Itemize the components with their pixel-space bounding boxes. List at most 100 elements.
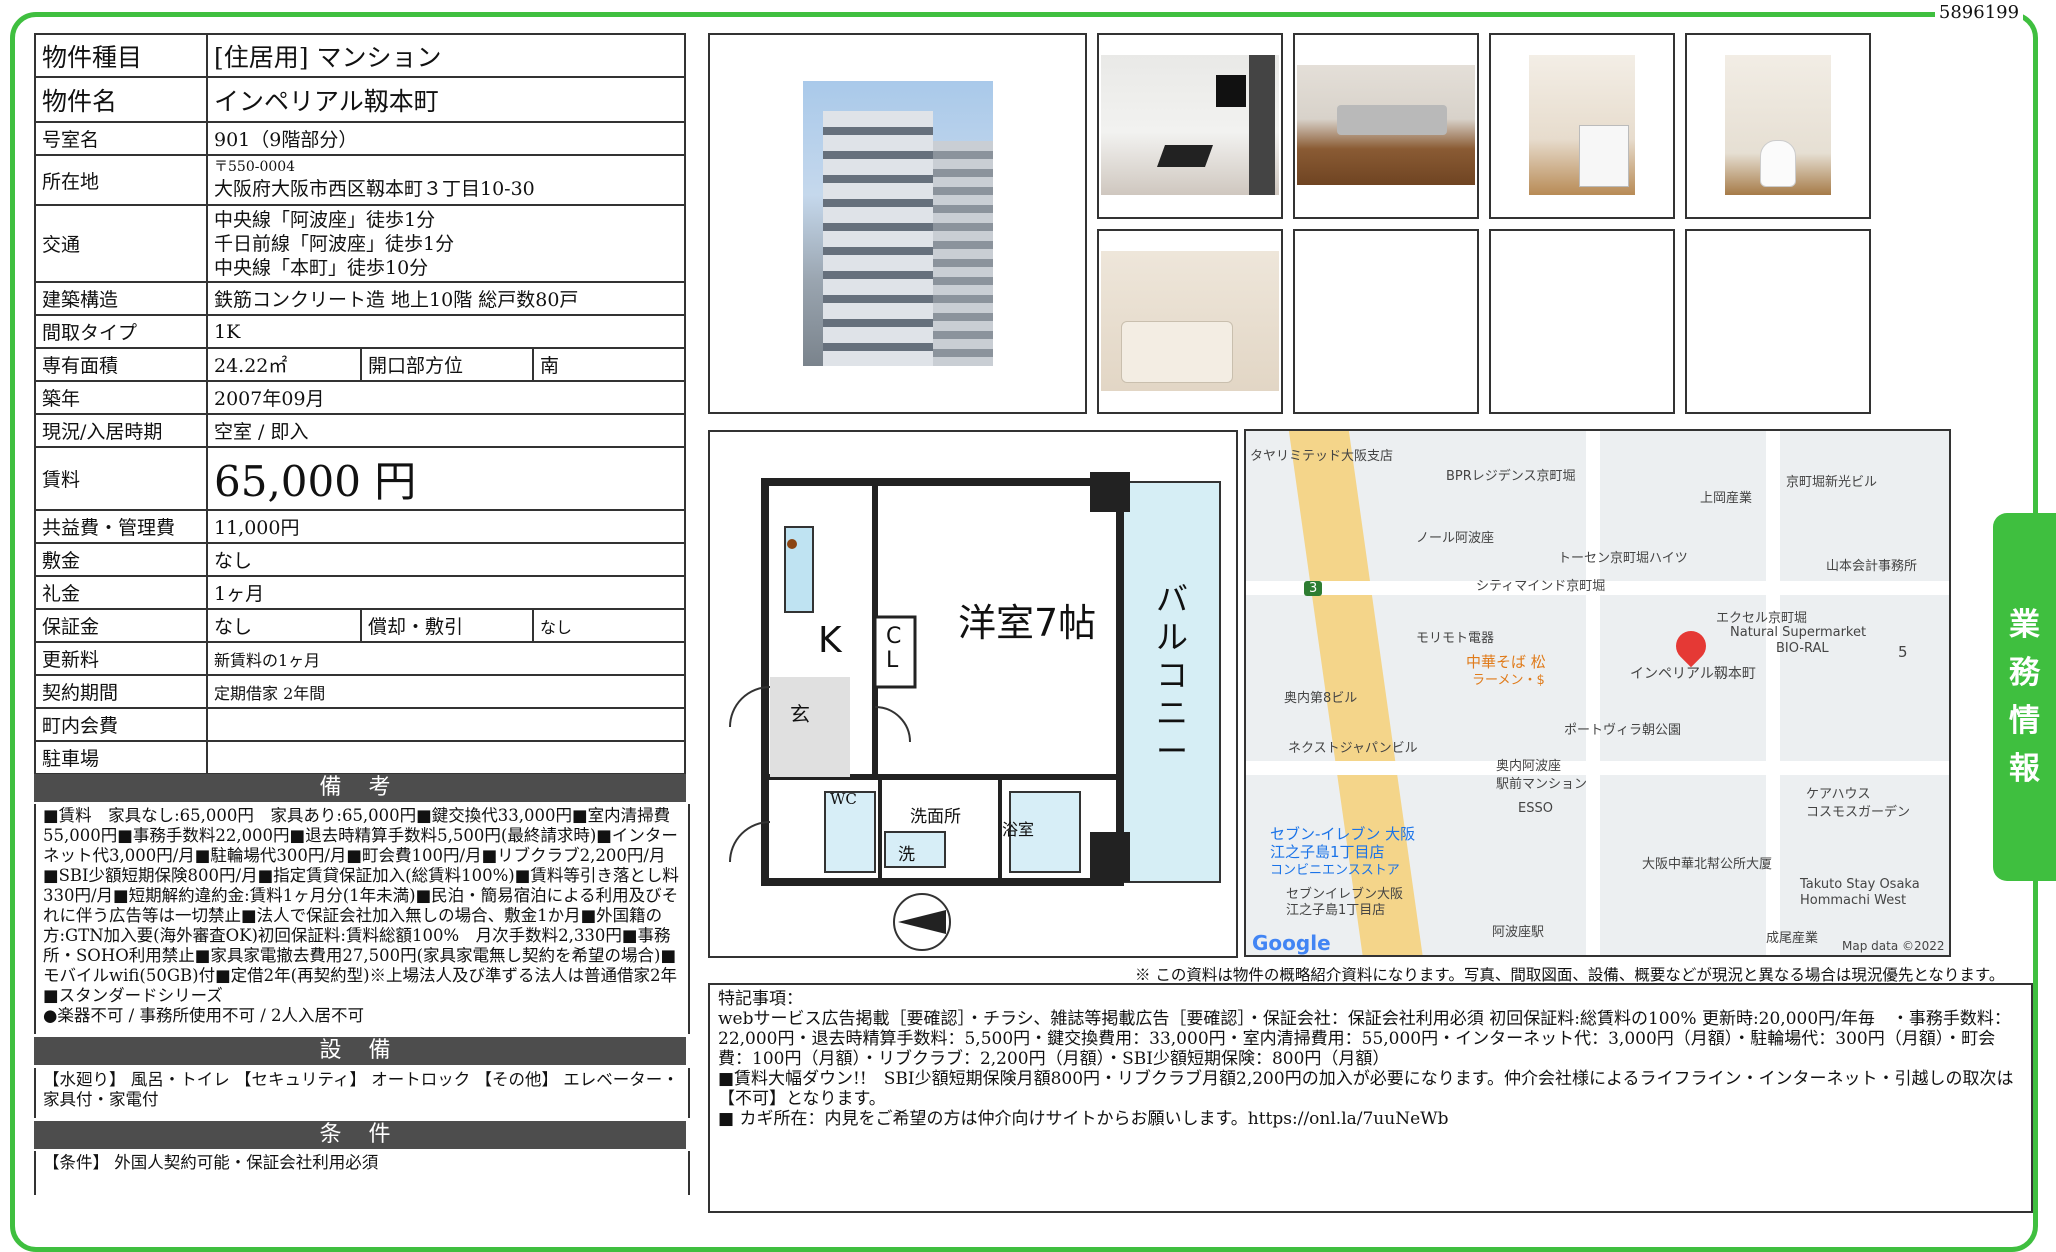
washer-shape <box>1579 125 1629 187</box>
amort-value: なし <box>532 608 686 643</box>
rent-value: 65,000 円 <box>206 446 686 511</box>
equipment-body: 【水廻り】 風呂・トイレ 【セキュリティ】 オートロック 【その他】 エレベータ… <box>34 1068 690 1118</box>
sink-shape <box>1337 105 1447 135</box>
row-renewal: 更新料 新賃料の1ヶ月 <box>34 641 686 676</box>
row-structure: 建築構造 鉄筋コンクリート造 地上10階 総戸数80戸 <box>34 281 686 316</box>
map-label: Hommachi West <box>1800 893 1907 908</box>
kitchen-photo <box>1297 65 1475 185</box>
main-photo-frame <box>708 33 1087 414</box>
community-label: 町内会費 <box>34 707 208 742</box>
map-label: 成尾産業 <box>1766 931 1819 946</box>
thumbnail-toilet[interactable] <box>1685 33 1871 219</box>
room-value: 901（9階部分） <box>206 121 686 156</box>
row-community: 町内会費 <box>34 707 686 742</box>
row-fee: 共益費・管理費 11,000円 <box>34 509 686 544</box>
map-label: エクセル京町堀 <box>1716 611 1808 626</box>
address-cell: 〒550-0004 大阪府大阪市西区靱本町３丁目10-30 <box>206 154 686 206</box>
map-label: コンビニエンスストア <box>1270 863 1400 878</box>
address-zip: 〒550-0004 <box>214 158 296 175</box>
map-label: タヤリミテッド大阪支店 <box>1250 449 1394 464</box>
building-photo[interactable] <box>803 81 993 366</box>
room-photo <box>1101 55 1279 195</box>
type-label: 物件種目 <box>34 33 208 78</box>
toilet-shape <box>1760 140 1796 187</box>
address-label: 所在地 <box>34 154 208 206</box>
map-label: ポートヴィラ朝公園 <box>1564 723 1682 738</box>
name-value: インペリアル靱本町 <box>206 76 686 123</box>
address-value: 大阪府大阪市西区靱本町３丁目10-30 <box>214 177 535 200</box>
guarantee-label: 保証金 <box>34 608 208 643</box>
conditions-body: 【条件】 外国人契約可能・保証会社利用必須 <box>34 1151 690 1195</box>
thumbnail-empty <box>1293 229 1479 414</box>
bath-label: 浴室 <box>1002 820 1035 839</box>
map-label: 大阪中華北幇公所大厦 <box>1642 857 1773 872</box>
thumbnail-bath[interactable] <box>1097 229 1283 414</box>
row-area: 専有面積 24.22㎡ 開口部方位 南 <box>34 347 686 382</box>
map-label: BIO-RAL <box>1776 641 1829 656</box>
side-tab-char: 務 <box>2009 655 2040 691</box>
key-money-value: 1ヶ月 <box>206 575 686 610</box>
row-name: 物件名 インペリアル靱本町 <box>34 76 686 123</box>
built-value: 2007年09月 <box>206 380 686 415</box>
map-label: Natural Supermarket <box>1730 625 1867 640</box>
row-rent: 賃料 65,000 円 <box>34 446 686 511</box>
fee-label: 共益費・管理費 <box>34 509 208 544</box>
conditions-header: 条 件 <box>34 1121 686 1149</box>
business-info-tab[interactable]: 業 務 情 報 <box>1993 513 2056 881</box>
contract-value: 定期借家 2年間 <box>206 674 686 709</box>
renewal-label: 更新料 <box>34 641 208 676</box>
thumbnail-empty <box>1489 229 1675 414</box>
thumbnail-kitchen[interactable] <box>1293 33 1479 219</box>
name-label: 物件名 <box>34 76 208 123</box>
map-label: ケアハウス <box>1806 787 1871 802</box>
remarks-header: 備 考 <box>34 774 686 802</box>
map-label: トーセン京町堀ハイツ <box>1558 551 1688 566</box>
map-label: モリモト電器 <box>1416 631 1495 646</box>
access-line: 中央線「阿波座」徒歩1分 <box>214 208 436 231</box>
kitchen-label: K <box>818 620 842 661</box>
thumbnail-room[interactable] <box>1097 33 1283 219</box>
access-line: 中央線「本町」徒歩10分 <box>214 256 429 279</box>
row-built: 築年 2007年09月 <box>34 380 686 415</box>
parking-value <box>206 740 686 775</box>
layout-value: 1K <box>206 314 686 349</box>
row-access: 交通 中央線「阿波座」徒歩1分 千日前線「阿波座」徒歩1分 中央線「本町」徒歩1… <box>34 204 686 283</box>
side-tab-char: 報 <box>2009 751 2040 787</box>
community-value <box>206 707 686 742</box>
toilet-photo <box>1725 55 1831 195</box>
status-value: 空室 / 即入 <box>206 413 686 448</box>
property-table: 物件種目 [住居用] マンション 物件名 インペリアル靱本町 号室名 901（9… <box>34 33 686 775</box>
structure-label: 建築構造 <box>34 281 208 316</box>
floorplan-frame: 洋室7帖 K C L 玄 バルコニー WC 洗面所 洗 浴室 <box>708 430 1238 958</box>
map-label: 山本会計事務所 <box>1826 559 1918 574</box>
map-label: 上岡産業 <box>1700 491 1753 506</box>
bath-photo <box>1101 251 1279 391</box>
balcony-label: バルコニー <box>1156 580 1189 770</box>
document-id: 5896199 <box>1935 2 2023 24</box>
washer-label: 洗 <box>898 845 915 865</box>
adjacent-building-shape <box>933 141 993 366</box>
map-label: 駅前マンション <box>1496 777 1588 792</box>
parking-label: 駐車場 <box>34 740 208 775</box>
layout-label: 間取タイプ <box>34 314 208 349</box>
map-label: コスモスガーデン <box>1806 805 1911 820</box>
map-label: インペリアル靱本町 <box>1630 666 1756 682</box>
side-tab-char: 情 <box>2009 703 2040 739</box>
map-label: BPRレジデンス京町堀 <box>1446 469 1576 484</box>
map-label: 奥内第8ビル <box>1284 691 1358 706</box>
key-money-label: 礼金 <box>34 575 208 610</box>
map-label: ノール阿波座 <box>1416 531 1495 546</box>
map-label: ネクストジャパンビル <box>1288 741 1418 756</box>
property-pin-icon[interactable] <box>1669 624 1713 668</box>
status-label: 現況/入居時期 <box>34 413 208 448</box>
building-shape <box>823 111 933 366</box>
area-value: 24.22㎡ <box>206 347 362 382</box>
location-map[interactable]: タヤリミテッド大阪支店 BPRレジデンス京町堀 京町堀新光ビル 上岡産業 ノール… <box>1244 429 1951 957</box>
map-label: Takuto Stay Osaka <box>1800 877 1920 892</box>
row-contract: 契約期間 定期借家 2年間 <box>34 674 686 709</box>
map-label: ラーメン・$ <box>1472 673 1545 688</box>
access-line: 千日前線「阿波座」徒歩1分 <box>214 232 455 255</box>
thumbnail-washroom[interactable] <box>1489 33 1675 219</box>
row-room: 号室名 901（9階部分） <box>34 121 686 156</box>
map-label: ESSO <box>1518 801 1553 816</box>
